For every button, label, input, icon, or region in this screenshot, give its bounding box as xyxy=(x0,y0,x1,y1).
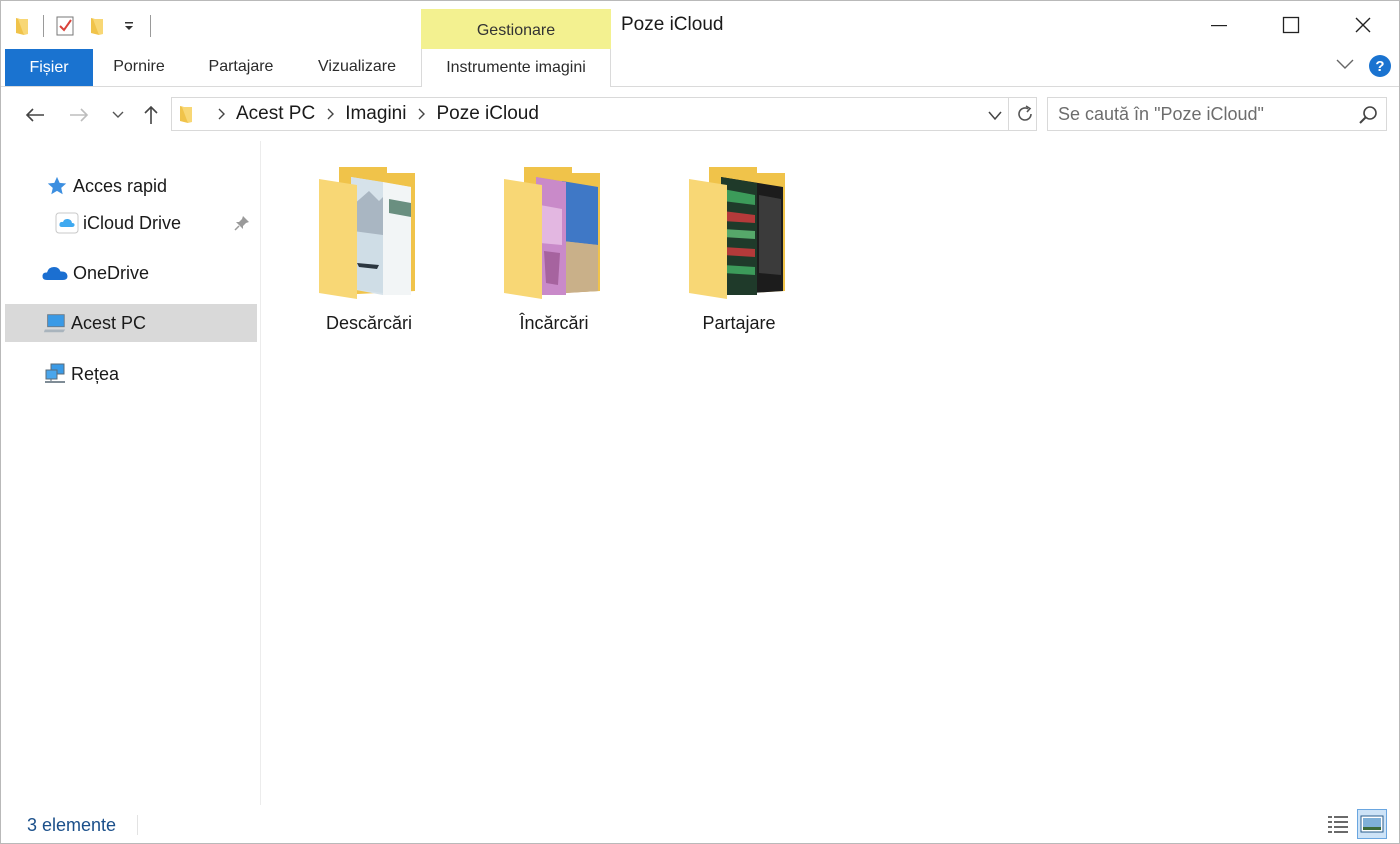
folder-item-shared[interactable]: Partajare xyxy=(664,165,814,335)
address-history-chevron-icon[interactable] xyxy=(988,108,1002,126)
folder-thumbnail-icon xyxy=(689,167,785,299)
nav-item-quick-access[interactable]: Acces rapid xyxy=(5,167,257,205)
chevron-right-icon[interactable] xyxy=(216,108,226,120)
tab-share[interactable]: Partajare xyxy=(197,49,285,85)
folder-label: Încărcări xyxy=(519,313,589,333)
nav-item-onedrive[interactable]: OneDrive xyxy=(5,254,257,292)
forward-arrow-icon[interactable] xyxy=(65,101,93,129)
window-controls xyxy=(1183,1,1399,49)
recent-locations-chevron-icon[interactable] xyxy=(104,101,132,129)
item-count: 3 elemente xyxy=(27,815,117,835)
toolbar-separator xyxy=(150,15,151,37)
new-folder-icon[interactable] xyxy=(86,13,108,39)
tab-picture-tools[interactable]: Instrumente imagini xyxy=(421,49,611,87)
status-divider xyxy=(137,815,138,835)
large-icons-view-icon[interactable] xyxy=(1357,809,1387,839)
nav-item-label: OneDrive xyxy=(73,262,150,283)
nav-item-label: Acces rapid xyxy=(73,175,168,196)
onedrive-cloud-icon xyxy=(41,261,69,285)
breadcrumb-item-icloud-photos[interactable]: Poze iCloud xyxy=(436,103,538,125)
address-divider xyxy=(1008,98,1009,130)
folder-item-uploads[interactable]: Încărcări xyxy=(479,165,629,335)
ribbon-controls: ? xyxy=(1335,55,1391,77)
file-explorer-window: Gestionare Poze iCloud Fișier Pornire Pa… xyxy=(0,0,1400,844)
title-bar: Gestionare Poze iCloud xyxy=(1,1,1399,49)
status-bar: 3 elemente xyxy=(1,805,1399,843)
nav-item-label: Acest PC xyxy=(71,312,147,333)
quick-access-toolbar xyxy=(11,11,151,41)
star-icon xyxy=(45,174,69,198)
nav-item-label: Rețea xyxy=(71,363,120,384)
navigation-pane: Acces rapid iCloud Drive OneDrive Acest … xyxy=(1,141,261,805)
nav-item-network[interactable]: Rețea xyxy=(5,355,257,393)
pin-icon[interactable] xyxy=(233,214,251,237)
search-input[interactable] xyxy=(1048,98,1348,130)
folder-item-downloads[interactable]: Descărcări xyxy=(294,165,444,335)
properties-icon[interactable] xyxy=(54,13,76,39)
maximize-button[interactable] xyxy=(1255,1,1327,49)
nav-item-label: iCloud Drive xyxy=(83,212,182,233)
breadcrumb-item-this-pc[interactable]: Acest PC xyxy=(236,103,315,125)
folder-label: Descărcări xyxy=(325,313,413,333)
customize-toolbar-icon[interactable] xyxy=(118,13,140,39)
details-view-icon[interactable] xyxy=(1323,809,1353,839)
breadcrumb: Acest PC Imagini Poze iCloud xyxy=(206,98,539,130)
up-arrow-icon[interactable] xyxy=(137,101,165,129)
toolbar-separator xyxy=(43,15,44,37)
close-button[interactable] xyxy=(1327,1,1399,49)
computer-icon xyxy=(43,311,67,335)
tab-view[interactable]: Vizualizare xyxy=(307,49,407,85)
network-icon xyxy=(43,362,67,386)
nav-item-icloud-drive[interactable]: iCloud Drive xyxy=(5,204,257,242)
refresh-icon[interactable] xyxy=(1015,104,1035,129)
folder-icon[interactable] xyxy=(11,13,33,39)
nav-item-this-pc[interactable]: Acest PC xyxy=(5,304,257,342)
file-list: Descărcări Încărcări Partajare xyxy=(262,141,1398,805)
ribbon-tabs: Fișier Pornire Partajare Vizualizare Ins… xyxy=(1,49,1399,87)
icloud-drive-icon xyxy=(55,211,79,235)
chevron-right-icon[interactable] xyxy=(416,108,426,120)
folder-icon xyxy=(178,104,194,129)
chevron-right-icon[interactable] xyxy=(325,108,335,120)
search-box[interactable] xyxy=(1047,97,1387,131)
minimize-button[interactable] xyxy=(1183,1,1255,49)
expand-ribbon-chevron-icon[interactable] xyxy=(1335,57,1355,75)
window-title: Poze iCloud xyxy=(621,14,724,35)
breadcrumb-item-pictures[interactable]: Imagini xyxy=(345,103,406,125)
address-bar[interactable]: Acest PC Imagini Poze iCloud xyxy=(171,97,1037,131)
folder-thumbnail-icon xyxy=(504,167,600,299)
back-arrow-icon[interactable] xyxy=(21,101,49,129)
help-button[interactable]: ? xyxy=(1369,55,1391,77)
tab-file[interactable]: Fișier xyxy=(5,49,93,86)
folder-label: Partajare xyxy=(702,313,776,333)
folder-thumbnail-icon xyxy=(319,167,415,299)
context-group-label: Gestionare xyxy=(421,9,611,49)
search-icon[interactable] xyxy=(1358,105,1378,130)
tab-home[interactable]: Pornire xyxy=(101,49,177,85)
